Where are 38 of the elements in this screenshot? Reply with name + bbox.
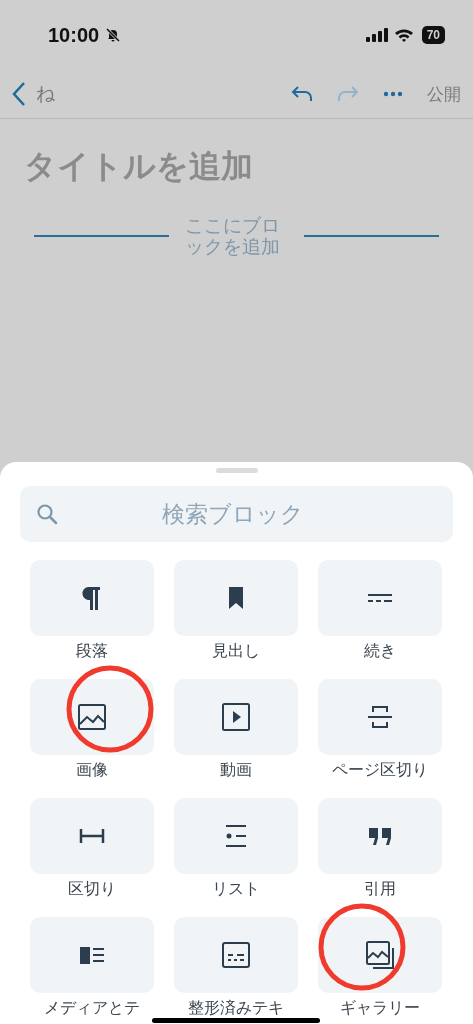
add-block-text[interactable]: ここにブロックを追加 xyxy=(185,215,288,257)
block-button[interactable] xyxy=(318,798,442,874)
play-icon xyxy=(221,702,251,732)
block-button[interactable] xyxy=(174,679,298,755)
block-label: 続き xyxy=(364,641,396,662)
image-icon xyxy=(77,702,107,732)
block-label: ページ区切り xyxy=(332,760,428,781)
status-time: 10:00 xyxy=(48,23,100,47)
signal-icon xyxy=(365,28,388,42)
block-button[interactable] xyxy=(174,560,298,636)
undo-icon[interactable] xyxy=(291,85,313,103)
dashed-lines-icon xyxy=(365,593,395,603)
block-label: 見出し xyxy=(212,641,260,662)
search-field[interactable]: 検索ブロック xyxy=(66,500,437,528)
block-button[interactable] xyxy=(174,917,298,993)
block-label: リスト xyxy=(212,879,260,900)
title-field[interactable]: タイトルを追加 xyxy=(24,145,449,189)
text-box-icon xyxy=(221,940,251,970)
block-label: 引用 xyxy=(364,879,396,900)
publish-button[interactable]: 公開 xyxy=(427,82,461,106)
gallery-icon xyxy=(365,940,395,970)
search-icon xyxy=(36,503,58,525)
block-button[interactable] xyxy=(30,917,154,993)
block-label: 段落 xyxy=(76,641,108,662)
back-icon[interactable] xyxy=(12,81,26,107)
wifi-icon xyxy=(393,28,414,42)
block-label: ギャラリー xyxy=(340,998,420,1019)
block-label: 画像 xyxy=(76,760,108,781)
search-bar[interactable]: 検索ブロック xyxy=(20,486,453,542)
more-icon[interactable] xyxy=(383,91,403,97)
block-label: 整形済みテキ xyxy=(188,998,284,1019)
drag-handle[interactable] xyxy=(215,468,258,473)
back-button[interactable]: ね xyxy=(12,81,55,107)
block-label: 動画 xyxy=(220,760,252,781)
block-label: 区切り xyxy=(68,879,116,900)
block-label: メディアとテ xyxy=(44,998,140,1019)
block-button[interactable] xyxy=(30,560,154,636)
battery-indicator: 70 xyxy=(421,26,445,44)
